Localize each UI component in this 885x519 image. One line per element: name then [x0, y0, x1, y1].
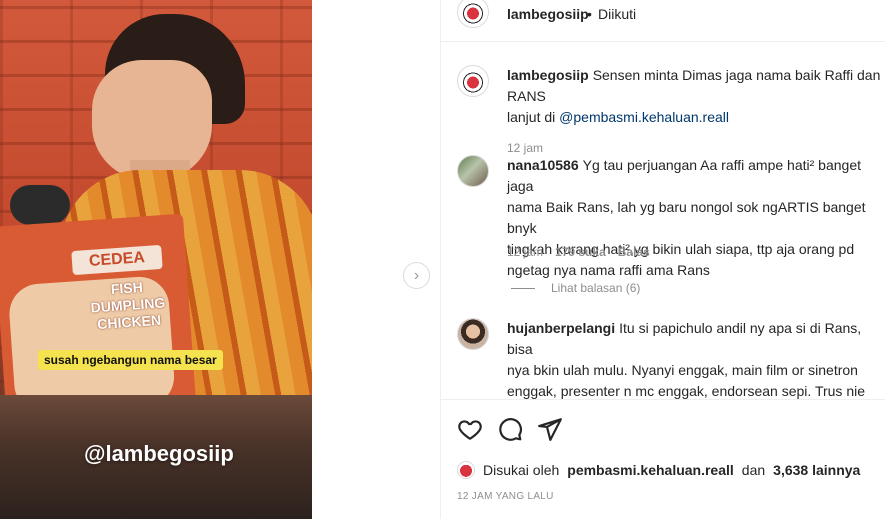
comment-username[interactable]: nana10586 [507, 157, 579, 173]
caption-text-continued: lanjut di [507, 109, 560, 125]
reply-button[interactable]: Balas [618, 245, 650, 259]
commenter-avatar[interactable] [457, 318, 489, 350]
liked-by-prefix: Disukai oleh [483, 462, 560, 478]
comment-username[interactable]: hujanberpelangi [507, 320, 615, 336]
next-media-button[interactable]: › [403, 262, 430, 289]
view-replies-label[interactable]: Lihat balasan (6) [551, 281, 640, 295]
liker-avatar[interactable] [457, 461, 475, 479]
microphone [10, 185, 70, 225]
liked-by-and: dan [741, 462, 766, 478]
follow-status[interactable]: Diikuti [598, 6, 636, 22]
view-replies-button[interactable]: Lihat balasan (6) [511, 281, 640, 295]
comment-meta: 12 jam 179 suka Balas [507, 245, 650, 259]
heart-icon[interactable] [457, 416, 483, 442]
liked-by-user[interactable]: pembasmi.kehaluan.reall [567, 462, 734, 478]
post-actions: Disukai oleh pembasmi.kehaluan.reall dan… [441, 399, 885, 519]
caption-meta: 12 jam [507, 141, 543, 155]
post-video[interactable]: CEDEA FISH DUMPLING CHICKEN susah ngeban… [0, 0, 312, 519]
comment-icon[interactable] [497, 416, 523, 442]
caption-time[interactable]: 12 jam [507, 141, 543, 155]
post-timestamp[interactable]: 12 JAM YANG LALU [457, 491, 554, 502]
liked-by-row: Disukai oleh pembasmi.kehaluan.reall dan… [457, 461, 860, 479]
comment-text-block: hujanberpelangi Itu si papichulo andil ny… [507, 318, 885, 399]
caption-username[interactable]: lambegosiip [507, 67, 589, 83]
separator-dot: • [587, 6, 592, 22]
product-label: FISH DUMPLING CHICKEN [90, 278, 166, 333]
comments-list[interactable]: lambegosiip Sensen minta Dimas jaga nama … [441, 43, 885, 399]
author-avatar[interactable] [457, 65, 489, 97]
caption-text-block: lambegosiip Sensen minta Dimas jaga nama … [507, 65, 885, 128]
comment-time[interactable]: 12 jam [507, 245, 543, 259]
liked-by-count[interactable]: 3,638 lainnya [773, 462, 860, 478]
replies-line [511, 287, 535, 289]
media-panel: CEDEA FISH DUMPLING CHICKEN susah ngeban… [0, 0, 440, 519]
comment-text: Yg tau perjuangan Aa raffi ampe hati² ba… [507, 157, 866, 278]
author-avatar[interactable] [457, 0, 489, 28]
send-icon[interactable] [537, 416, 563, 442]
comment-text-block: nana10586 Yg tau perjuangan Aa raffi ampe… [507, 155, 885, 281]
caption-mention-link[interactable]: @pembasmi.kehaluan.reall [559, 109, 729, 125]
video-subtitle: susah ngebangun nama besar [38, 350, 223, 370]
commenter-avatar[interactable] [457, 155, 489, 187]
author-username[interactable]: lambegosiip [507, 6, 589, 22]
video-watermark: @lambegosiip [84, 441, 234, 466]
post-header: lambegosiip • Diikuti [441, 0, 885, 42]
comment-likes[interactable]: 179 suka [555, 245, 606, 259]
chevron-right-icon: › [413, 266, 420, 284]
